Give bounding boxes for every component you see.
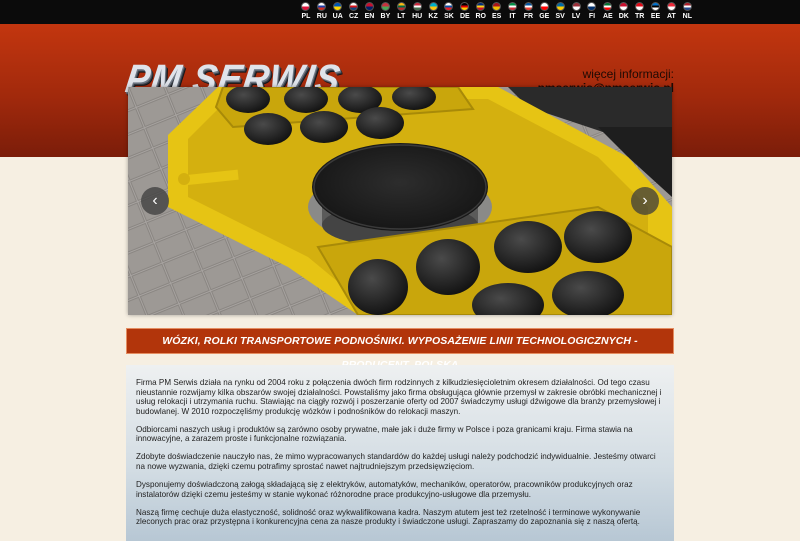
language-pl[interactable]: PL [298,2,314,21]
flag-icon [523,2,533,11]
language-ru[interactable]: RU [314,2,330,21]
language-ae[interactable]: AE [600,2,616,21]
flag-icon [619,2,629,11]
language-fi[interactable]: FI [584,2,600,21]
top-bar: PL RU UA CZ EN BY LT HU KZ SK DE RO ES IT FR GE SV LV FI AE… [0,0,800,24]
language-code: SK [444,13,454,20]
language-hu[interactable]: HU [409,2,425,21]
language-code: NL [682,13,692,20]
image-slider[interactable] [128,87,672,315]
language-code: LV [571,13,581,20]
flag-icon [317,2,327,11]
paragraph: Firma PM Serwis działa na rynku od 2004 … [136,378,662,416]
flag-icon [476,2,486,11]
flag-icon [444,2,454,11]
language-code: KZ [428,13,438,20]
language-code: TR [634,13,645,20]
language-sv[interactable]: SV [552,2,568,21]
page-title: WÓZKI, ROLKI TRANSPORTOWE PODNOŚNIKI. WY… [126,328,674,371]
flag-icon [508,2,518,11]
language-dk[interactable]: DK [616,2,632,21]
language-code: DK [618,13,629,20]
language-tr[interactable]: TR [632,2,648,21]
language-sk[interactable]: SK [441,2,457,21]
flag-icon [396,2,406,11]
language-ua[interactable]: UA [330,2,346,21]
language-es[interactable]: ES [489,2,505,21]
language-it[interactable]: IT [505,2,521,21]
language-code: FI [588,13,596,20]
main-content: Firma PM Serwis działa na rynku od 2004 … [126,365,674,541]
flag-icon [412,2,422,11]
info-label: więcej informacji: [582,67,674,81]
language-de[interactable]: DE [457,2,473,21]
slider-next-button[interactable]: › [631,187,659,215]
language-code: EN [364,13,375,20]
language-code: DE [459,13,470,20]
flag-icon [635,2,645,11]
language-code: ES [491,13,502,20]
language-code: RO [475,13,486,20]
language-code: AT [667,13,676,20]
language-by[interactable]: BY [377,2,393,21]
flag-icon [682,2,692,11]
language-ee[interactable]: EE [648,2,664,21]
language-selector: PL RU UA CZ EN BY LT HU KZ SK DE RO ES IT FR GE SV LV FI AE… [298,2,695,21]
flag-icon [555,2,565,11]
language-cz[interactable]: CZ [346,2,362,21]
language-code: IT [509,13,516,20]
language-kz[interactable]: KZ [425,2,441,21]
language-code: RU [316,13,327,20]
flag-icon [571,2,581,11]
language-ro[interactable]: RO [473,2,489,21]
language-lt[interactable]: LT [393,2,409,21]
flag-icon [349,2,359,11]
flag-icon [460,2,470,11]
language-at[interactable]: AT [663,2,679,21]
language-nl[interactable]: NL [679,2,695,21]
language-code: BY [380,13,391,20]
slider-prev-button[interactable]: ‹ [141,187,169,215]
flag-icon [301,2,311,11]
flag-icon [333,2,343,11]
language-lv[interactable]: LV [568,2,584,21]
language-code: EE [650,13,661,20]
paragraph: Zdobyte doświadczenie nauczyło nas, że m… [136,452,656,471]
language-code: FR [523,13,534,20]
flag-icon [380,2,390,11]
flag-icon [492,2,502,11]
flag-icon [603,2,613,11]
flag-icon [587,2,597,11]
transport-skate-photo [128,87,672,315]
language-code: PL [301,13,311,20]
language-ge[interactable]: GE [536,2,552,21]
flag-icon [539,2,549,11]
language-code: CZ [348,13,359,20]
language-code: GE [539,13,550,20]
flag-icon [428,2,438,11]
language-code: UA [332,13,343,20]
language-code: HU [412,13,423,20]
paragraph: Dysponujemy doświadczoną załogą składają… [136,479,633,499]
language-code: AE [603,13,613,20]
paragraph: Odbiorcami naszych usług i produktów są … [136,424,633,444]
flag-icon [365,2,374,11]
paragraph: Naszą firmę cechuje duża elastyczność, s… [136,507,641,527]
language-fr[interactable]: FR [520,2,536,21]
language-code: LT [397,13,406,20]
flag-icon [651,2,661,11]
flag-icon [666,2,676,11]
language-code: SV [555,13,565,20]
language-en[interactable]: EN [362,2,378,21]
